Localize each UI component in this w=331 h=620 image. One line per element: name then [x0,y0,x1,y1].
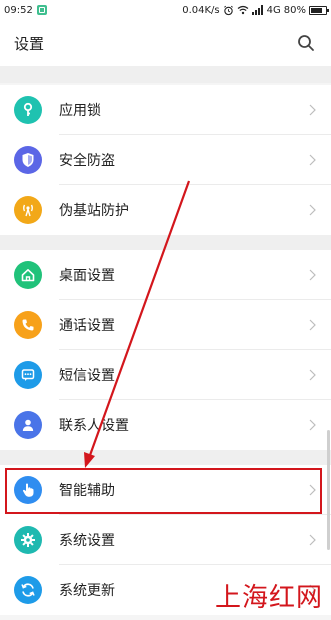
search-icon [298,35,314,51]
menu-item-label: 桌面设置 [59,268,115,284]
network-speed: 0.04K/s [182,4,220,16]
section-divider [0,235,331,250]
search-button[interactable] [295,32,317,54]
menu-item-label: 安全防盗 [59,153,115,169]
person-icon [14,411,42,439]
chevron-right-icon [307,367,317,383]
menu-item-sms-settings[interactable]: 短信设置 [0,350,331,400]
menu-item-label: 应用锁 [59,103,101,119]
broadcast-icon [14,196,42,224]
menu-item-label: 智能辅助 [59,483,115,499]
header: 设置 [0,20,331,66]
home-icon [14,261,42,289]
chevron-right-icon [307,417,317,433]
refresh-icon [14,576,42,604]
menu-item-app-lock[interactable]: 应用锁 [0,85,331,135]
section-divider [0,66,331,83]
signal-icon [251,5,263,15]
scrollbar[interactable] [327,430,330,550]
status-bar: 09:52 0.04K/s 4G 80% [0,0,331,20]
menu-item-desktop-settings[interactable]: 桌面设置 [0,250,331,300]
menu-item-smart-assist[interactable]: 智能辅助 [0,465,331,515]
menu-item-call-settings[interactable]: 通话设置 [0,300,331,350]
menu-item-system-settings[interactable]: 系统设置 [0,515,331,565]
section-divider [0,450,331,465]
battery-icon [309,5,329,15]
menu-item-label: 联系人设置 [59,418,129,434]
message-icon [14,361,42,389]
key-icon [14,96,42,124]
watermark: 上海红网 [214,583,323,613]
chevron-right-icon [307,532,317,548]
menu-item-label: 短信设置 [59,368,115,384]
menu-item-label: 系统更新 [59,583,115,599]
hand-icon [14,476,42,504]
wifi-icon [237,5,249,15]
settings-group-personal: 桌面设置 通话设置 短信设置 联系人设置 [0,250,331,450]
menu-item-anti-theft[interactable]: 安全防盗 [0,135,331,185]
menu-item-label: 通话设置 [59,318,115,334]
alarm-icon [223,5,233,15]
menu-item-label: 系统设置 [59,533,115,549]
chevron-right-icon [307,202,317,218]
chevron-right-icon [307,317,317,333]
gear-icon [14,526,42,554]
shield-icon [14,146,42,174]
menu-item-contacts-settings[interactable]: 联系人设置 [0,400,331,450]
chevron-right-icon [307,267,317,283]
chevron-right-icon [307,152,317,168]
network-type: 4G [266,4,281,16]
settings-group-security: 应用锁 安全防盗 伪基站防护 [0,85,331,235]
menu-item-fake-base-station[interactable]: 伪基站防护 [0,185,331,235]
chevron-right-icon [307,102,317,118]
battery-percent: 80% [283,4,306,16]
phone-icon [14,311,42,339]
page-title: 设置 [14,34,45,53]
app-notification-icon [36,5,47,15]
menu-item-label: 伪基站防护 [59,203,129,219]
status-time: 09:52 [4,4,33,16]
chevron-right-icon [307,482,317,498]
